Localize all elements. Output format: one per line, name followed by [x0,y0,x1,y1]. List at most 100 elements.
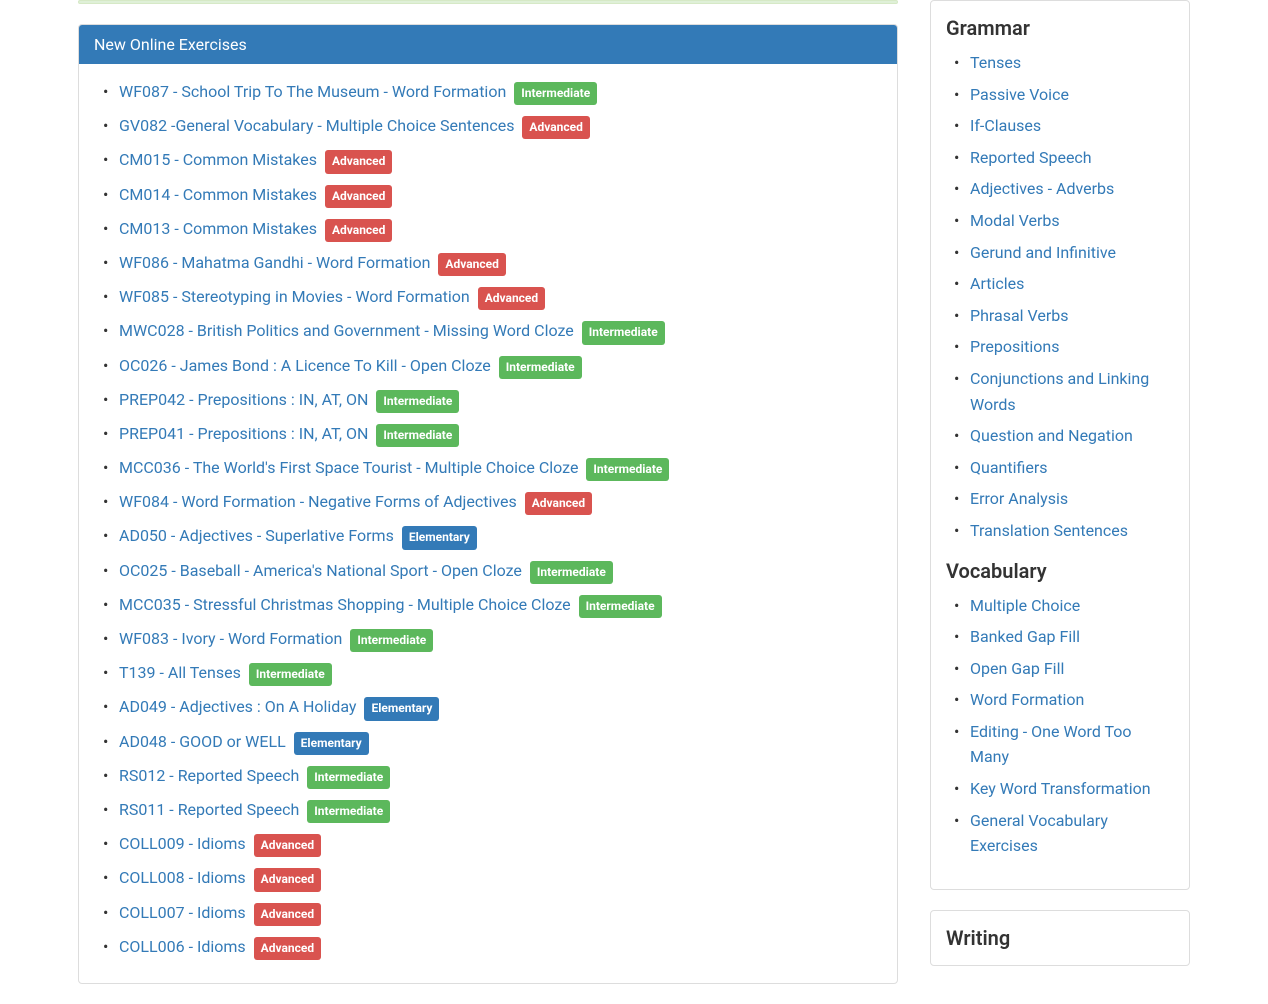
exercise-item: OC025 - Baseball - America's National Sp… [99,558,877,584]
exercise-item: CM014 - Common Mistakes Advanced [99,182,877,208]
sidebar-link[interactable]: Tenses [970,53,1021,72]
sidebar-link[interactable]: Phrasal Verbs [970,306,1069,325]
level-badge: Intermediate [307,800,390,823]
grammar-list: Tenses Passive Voice If-Clauses Reported Sp… [946,50,1174,544]
sidebar-item: Passive Voice [946,82,1174,108]
sidebar-link[interactable]: Articles [970,274,1024,293]
exercise-item: WF085 - Stereotyping in Movies - Word Fo… [99,284,877,310]
exercise-link[interactable]: MCC035 - Stressful Christmas Shopping - … [119,595,571,614]
sidebar-link[interactable]: Editing - One Word Too Many [970,722,1132,767]
exercise-link[interactable]: T139 - All Tenses [119,663,241,682]
exercise-link[interactable]: WF086 - Mahatma Gandhi - Word Formation [119,253,430,272]
panel-header: New Online Exercises [79,25,897,64]
sidebar-item: Articles [946,271,1174,297]
exercise-link[interactable]: AD050 - Adjectives - Superlative Forms [119,526,394,545]
sidebar-link[interactable]: If-Clauses [970,116,1041,135]
exercise-link[interactable]: WF087 - School Trip To The Museum - Word… [119,82,506,101]
sidebar-item: Modal Verbs [946,208,1174,234]
level-badge: Elementary [294,732,369,755]
sidebar-link[interactable]: Conjunctions and Linking Words [970,369,1149,414]
level-badge: Intermediate [530,561,613,584]
sidebar-link[interactable]: Quantifiers [970,458,1048,477]
exercise-link[interactable]: OC026 - James Bond : A Licence To Kill -… [119,356,491,375]
level-badge: Advanced [525,492,592,515]
level-badge: Advanced [522,116,589,139]
level-badge: Advanced [325,219,392,242]
level-badge: Advanced [254,868,321,891]
exercise-link[interactable]: CM014 - Common Mistakes [119,185,317,204]
sidebar-item: Key Word Transformation [946,776,1174,802]
exercise-link[interactable]: CM015 - Common Mistakes [119,150,317,169]
exercise-item: MWC028 - British Politics and Government… [99,318,877,344]
level-badge: Advanced [438,253,505,276]
exercise-item: CM015 - Common Mistakes Advanced [99,147,877,173]
level-badge: Elementary [402,526,477,549]
exercise-item: WF086 - Mahatma Gandhi - Word Formation … [99,250,877,276]
exercise-link[interactable]: PREP041 - Prepositions : IN, AT, ON [119,424,368,443]
sidebar-box-topics: Grammar TensesPassive VoiceIf-ClausesRep… [930,0,1190,890]
sidebar-item: Multiple Choice [946,593,1174,619]
exercise-link[interactable]: GV082 -General Vocabulary - Multiple Cho… [119,116,514,135]
exercise-item: AD050 - Adjectives - Superlative Forms E… [99,523,877,549]
sidebar-item: Translation Sentences [946,518,1174,544]
exercise-link[interactable]: MWC028 - British Politics and Government… [119,321,574,340]
exercise-link[interactable]: WF083 - Ivory - Word Formation [119,629,342,648]
sidebar-link[interactable]: Modal Verbs [970,211,1060,230]
exercise-item: OC026 - James Bond : A Licence To Kill -… [99,353,877,379]
sidebar-link[interactable]: Banked Gap Fill [970,627,1080,646]
sidebar-link[interactable]: Question and Negation [970,426,1133,445]
exercise-item: WF083 - Ivory - Word Formation Intermedi… [99,626,877,652]
sidebar-item: Reported Speech [946,145,1174,171]
exercise-item: WF084 - Word Formation - Negative Forms … [99,489,877,515]
exercise-link[interactable]: OC025 - Baseball - America's National Sp… [119,561,522,580]
sidebar-item: Gerund and Infinitive [946,240,1174,266]
sidebar-link[interactable]: Error Analysis [970,489,1068,508]
vocabulary-heading: Vocabulary [946,559,1174,583]
sidebar-link[interactable]: Translation Sentences [970,521,1128,540]
exercise-link[interactable]: COLL009 - Idioms [119,834,246,853]
level-badge: Advanced [325,150,392,173]
exercise-link[interactable]: COLL008 - Idioms [119,868,246,887]
level-badge: Intermediate [514,82,597,105]
level-badge: Intermediate [579,595,662,618]
exercise-link[interactable]: PREP042 - Prepositions : IN, AT, ON [119,390,368,409]
panel-title: New Online Exercises [94,35,247,54]
exercise-item: PREP041 - Prepositions : IN, AT, ON Inte… [99,421,877,447]
sidebar-link[interactable]: Open Gap Fill [970,659,1064,678]
sidebar-item: If-Clauses [946,113,1174,139]
exercise-link[interactable]: WF084 - Word Formation - Negative Forms … [119,492,517,511]
exercise-link[interactable]: COLL006 - Idioms [119,937,246,956]
exercise-link[interactable]: WF085 - Stereotyping in Movies - Word Fo… [119,287,470,306]
sidebar-item: General Vocabulary Exercises [946,808,1174,859]
sidebar-link[interactable]: Passive Voice [970,85,1069,104]
vocabulary-list: Multiple Choice Banked Gap Fill Open Gap F… [946,593,1174,859]
sidebar-link[interactable]: Gerund and Infinitive [970,243,1116,262]
sidebar-link[interactable]: Word Formation [970,690,1084,709]
exercise-item: COLL008 - Idioms Advanced [99,865,877,891]
exercises-panel: New Online Exercises WF087 - School Trip… [78,24,898,984]
level-badge: Advanced [325,185,392,208]
exercise-link[interactable]: AD048 - GOOD or WELL [119,732,286,751]
sidebar-link[interactable]: General Vocabulary Exercises [970,811,1108,856]
exercise-link[interactable]: COLL007 - Idioms [119,903,246,922]
exercise-item: MCC035 - Stressful Christmas Shopping - … [99,592,877,618]
exercise-item: COLL006 - Idioms Advanced [99,934,877,960]
exercise-item: PREP042 - Prepositions : IN, AT, ON Inte… [99,387,877,413]
exercise-item: COLL007 - Idioms Advanced [99,900,877,926]
top-alert-remnant [78,0,898,4]
exercise-link[interactable]: RS011 - Reported Speech [119,800,299,819]
sidebar-link[interactable]: Multiple Choice [970,596,1080,615]
level-badge: Elementary [364,697,439,720]
sidebar-link[interactable]: Key Word Transformation [970,779,1151,798]
sidebar-link[interactable]: Adjectives - Adverbs [970,179,1114,198]
sidebar-item: Tenses [946,50,1174,76]
sidebar-item: Word Formation [946,687,1174,713]
sidebar-box-writing: Writing [930,910,1190,966]
exercise-link[interactable]: RS012 - Reported Speech [119,766,299,785]
exercise-link[interactable]: MCC036 - The World's First Space Tourist… [119,458,578,477]
exercise-link[interactable]: AD049 - Adjectives : On A Holiday [119,697,356,716]
writing-heading: Writing [946,926,1174,950]
exercise-link[interactable]: CM013 - Common Mistakes [119,219,317,238]
sidebar-link[interactable]: Reported Speech [970,148,1092,167]
sidebar-link[interactable]: Prepositions [970,337,1059,356]
